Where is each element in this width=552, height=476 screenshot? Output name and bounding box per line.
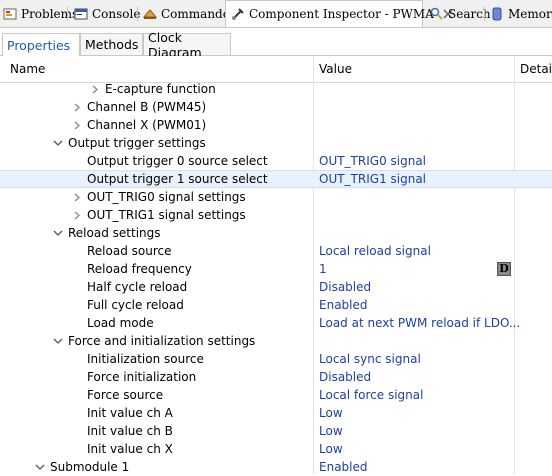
row-label: Init value ch A (87, 406, 173, 420)
table-row[interactable]: Reload frequency 1 D (0, 260, 552, 278)
table-row[interactable]: Reload settings (0, 224, 552, 242)
table-row[interactable]: Output trigger 1 source select OUT_TRIG1… (0, 170, 552, 188)
tab-methods[interactable]: Methods (80, 33, 143, 55)
tab-separator (67, 6, 68, 21)
row-label: Channel X (PWM01) (87, 118, 207, 132)
table-row[interactable]: Channel B (PWM45) (0, 98, 552, 116)
view-tab-bar: Problems Console Commander Component Ins… (0, 0, 552, 28)
chevron-down-icon[interactable] (51, 134, 63, 152)
tab-label: Properties (7, 37, 71, 53)
row-label: Force source (87, 388, 164, 402)
detail-badge[interactable]: D (497, 262, 511, 276)
chevron-right-icon[interactable] (71, 116, 83, 134)
row-label: Channel B (PWM45) (87, 100, 207, 114)
table-row[interactable]: E-capture function (0, 80, 552, 98)
row-label: Full cycle reload (87, 298, 184, 312)
tab-properties[interactable]: Properties (2, 33, 80, 56)
tab-label: Console (92, 6, 141, 21)
row-value[interactable]: Local reload signal (319, 242, 431, 260)
console-icon (74, 7, 88, 21)
table-row[interactable]: OUT_TRIG1 signal settings (0, 206, 552, 224)
chevron-right-icon[interactable] (89, 80, 101, 98)
problems-icon (3, 7, 17, 21)
table-row[interactable]: Init value ch B Low (0, 422, 552, 440)
chevron-right-icon[interactable] (71, 206, 83, 224)
table-row[interactable]: Init value ch X Low (0, 440, 552, 458)
row-label: Output trigger 0 source select (87, 154, 268, 168)
row-value[interactable]: Enabled (319, 458, 368, 476)
table-row[interactable]: Force and initialization settings (0, 332, 552, 350)
table-row[interactable]: Initialization source Local sync signal (0, 350, 552, 368)
row-label: Output trigger settings (68, 136, 206, 150)
row-label: Force and initialization settings (68, 334, 256, 348)
row-value[interactable]: Low (319, 440, 343, 458)
row-label: Reload frequency (87, 262, 192, 276)
tab-search[interactable]: Search (430, 0, 491, 27)
row-label: Submodule 1 (50, 460, 130, 474)
tab-separator (137, 6, 138, 21)
table-row[interactable]: Reload source Local reload signal (0, 242, 552, 260)
row-label: Force initialization (87, 370, 197, 384)
row-label: Half cycle reload (87, 280, 188, 294)
row-label: Reload source (87, 244, 172, 258)
table-row[interactable]: Full cycle reload Enabled (0, 296, 552, 314)
row-value[interactable]: 1 (319, 260, 327, 278)
column-header-name[interactable]: Name (6, 56, 45, 82)
tab-console[interactable]: Console (74, 0, 140, 27)
row-value[interactable]: OUT_TRIG0 signal (319, 152, 426, 170)
column-header-details[interactable]: Detail (516, 56, 552, 82)
component-inspector-icon (231, 7, 245, 21)
row-label: Load mode (87, 316, 154, 330)
row-value[interactable]: Enabled (319, 296, 368, 314)
table-row[interactable]: Half cycle reload Disabled (0, 278, 552, 296)
row-value[interactable]: Local force signal (319, 386, 423, 404)
table-row[interactable]: Channel X (PWM01) (0, 116, 552, 134)
table-row[interactable]: Output trigger 0 source select OUT_TRIG0… (0, 152, 552, 170)
tab-separator (484, 6, 485, 21)
row-label: Init value ch X (87, 442, 173, 456)
table-row[interactable]: Init value ch A Low (0, 404, 552, 422)
tab-label: Problems (21, 6, 79, 21)
row-value[interactable]: Low (319, 422, 343, 440)
row-value[interactable]: Low (319, 404, 343, 422)
row-label: Reload settings (68, 226, 161, 240)
tab-label: Methods (85, 37, 139, 52)
row-label: OUT_TRIG0 signal settings (87, 190, 246, 204)
table-row[interactable]: OUT_TRIG0 signal settings (0, 188, 552, 206)
table-row[interactable]: Output trigger settings (0, 134, 552, 152)
commander-icon (142, 7, 158, 21)
chevron-down-icon[interactable] (51, 224, 63, 242)
row-value[interactable]: Load at next PWM reload if LDO... (319, 314, 520, 332)
table-row[interactable]: Force source Local force signal (0, 386, 552, 404)
row-label: Init value ch B (87, 424, 173, 438)
chevron-down-icon[interactable] (33, 458, 45, 476)
tab-memory[interactable]: Memory (490, 0, 552, 27)
row-label: Output trigger 1 source select (87, 172, 268, 186)
tab-component-inspector[interactable]: Component Inspector - PWMA (225, 0, 453, 27)
memory-icon (490, 7, 504, 21)
tab-label: Clock Diagram (148, 29, 202, 60)
row-label: E-capture function (105, 82, 216, 96)
search-icon (430, 7, 444, 21)
inspector-tab-bar: Properties Methods Clock Diagram (0, 28, 552, 60)
column-header-value[interactable]: Value (315, 56, 352, 82)
table-row[interactable]: Submodule 1 Enabled (0, 458, 552, 476)
row-value[interactable]: Local sync signal (319, 350, 421, 368)
row-label: OUT_TRIG1 signal settings (87, 208, 246, 222)
tab-clock-diagram[interactable]: Clock Diagram (143, 30, 231, 60)
row-label: Initialization source (87, 352, 204, 366)
row-value[interactable]: Disabled (319, 278, 371, 296)
chevron-right-icon[interactable] (71, 188, 83, 206)
tab-commander[interactable]: Commander (142, 0, 236, 27)
tab-label: Component Inspector - PWMA (249, 7, 434, 21)
row-value[interactable]: OUT_TRIG1 signal (319, 170, 426, 188)
chevron-down-icon[interactable] (51, 332, 63, 350)
tab-label: Memory (508, 6, 552, 21)
row-value[interactable]: Disabled (319, 368, 371, 386)
table-row[interactable]: Force initialization Disabled (0, 368, 552, 386)
table-row[interactable]: Load mode Load at next PWM reload if LDO… (0, 314, 552, 332)
table-header: Name Value Detail (0, 56, 552, 83)
chevron-right-icon[interactable] (71, 98, 83, 116)
